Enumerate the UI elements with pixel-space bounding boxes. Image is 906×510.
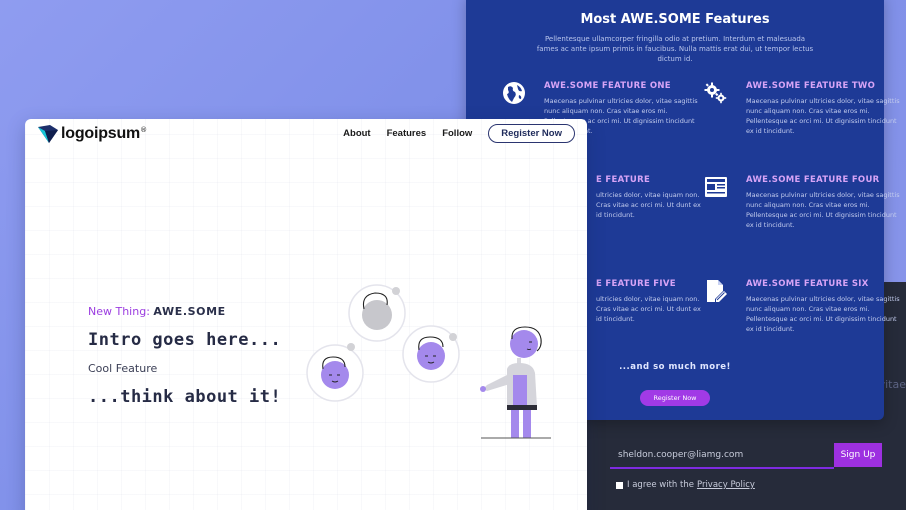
agree-label: I agree with the bbox=[627, 480, 694, 490]
file-edit-icon bbox=[707, 280, 727, 302]
logo[interactable]: logoipsum ® bbox=[37, 124, 147, 144]
email-field[interactable] bbox=[610, 443, 834, 469]
feature-text: Maecenas pulvinar ultricies dolor, vitae… bbox=[746, 191, 900, 229]
feature-text: Maecenas pulvinar ultricies dolor, vitae… bbox=[746, 295, 900, 333]
sign-up-button[interactable]: Sign Up bbox=[834, 443, 882, 467]
hero-intro: Intro goes here... bbox=[88, 330, 282, 350]
privacy-agree-row: I agree with the Privacy Policy bbox=[616, 480, 755, 490]
nav-features[interactable]: Features bbox=[387, 128, 427, 139]
thinking-person-illustration bbox=[306, 284, 551, 439]
feature-title: AWE.SOME FEATURE SIX bbox=[746, 279, 869, 289]
feature-title: AWE.SOME FEATURE ONE bbox=[544, 81, 671, 91]
more-features-text: ...and so much more! bbox=[619, 362, 731, 372]
gears-icon bbox=[704, 82, 727, 104]
top-nav: About Features Follow Register Now bbox=[343, 124, 575, 143]
nav-about[interactable]: About bbox=[343, 128, 370, 139]
features-title: Most AWE.SOME Features bbox=[580, 12, 770, 27]
tagline-brand: AWE.SOME bbox=[153, 305, 226, 318]
feature-six: AWE.SOME FEATURE SIX Maecenas pulvinar u… bbox=[707, 279, 906, 334]
feature-text: Maecenas pulvinar ultricies dolor, vitae… bbox=[746, 97, 900, 135]
nav-follow[interactable]: Follow bbox=[442, 128, 472, 139]
features-register-button[interactable]: Register Now bbox=[640, 390, 710, 406]
logo-registered-mark: ® bbox=[140, 126, 148, 134]
hero: New Thing: AWE.SOME Intro goes here... C… bbox=[88, 305, 281, 407]
landing-card: logoipsum ® About Features Follow Regist… bbox=[25, 119, 587, 510]
newspaper-icon bbox=[705, 177, 727, 197]
feature-four: AWE.SOME FEATURE FOUR Maecenas pulvinar … bbox=[705, 175, 906, 230]
privacy-policy-link[interactable]: Privacy Policy bbox=[697, 480, 755, 490]
logo-mark-icon bbox=[38, 125, 58, 143]
globe-icon bbox=[503, 82, 525, 104]
feature-title: AWE.SOME FEATURE FOUR bbox=[746, 175, 880, 185]
feature-title: AWE.SOME FEATURE TWO bbox=[746, 81, 876, 91]
register-now-button[interactable]: Register Now bbox=[488, 124, 575, 143]
agree-checkbox[interactable] bbox=[616, 481, 623, 489]
features-subtitle: Pellentesque ullamcorper fringilla odio … bbox=[536, 35, 814, 63]
hero-tagline: New Thing: AWE.SOME bbox=[88, 305, 281, 318]
tagline-prefix: New Thing: bbox=[88, 305, 154, 318]
hero-cool-feature: Cool Feature bbox=[88, 362, 158, 375]
hero-think: ...think about it! bbox=[88, 387, 282, 407]
logo-text: logoipsum bbox=[61, 125, 141, 142]
feature-two: AWE.SOME FEATURE TWO Maecenas pulvinar u… bbox=[704, 81, 906, 136]
